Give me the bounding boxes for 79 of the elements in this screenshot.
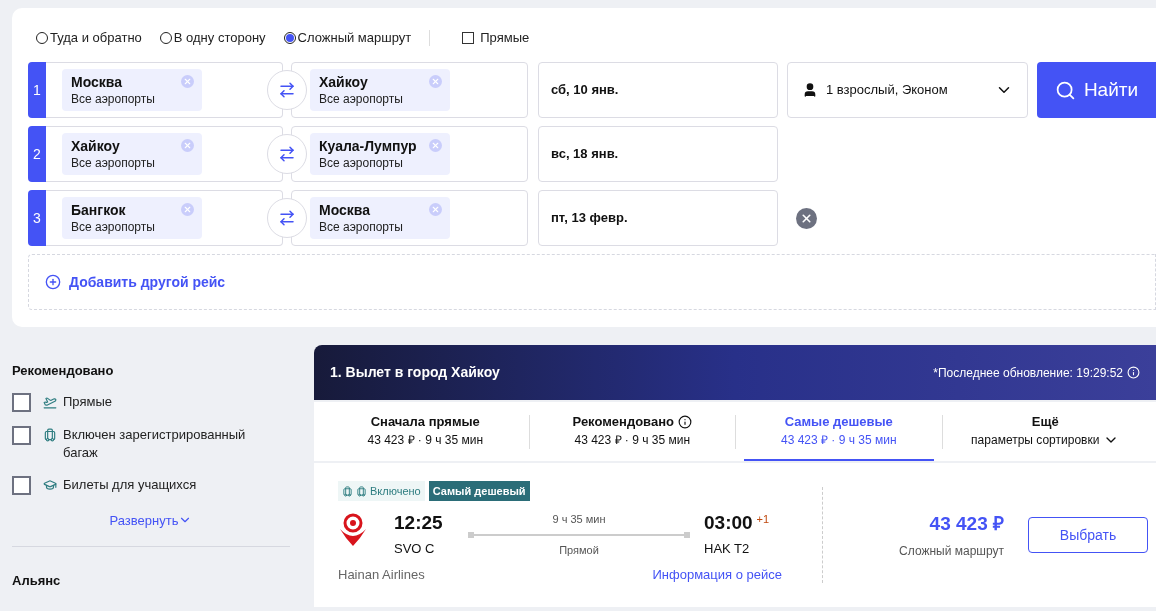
info-icon[interactable] xyxy=(677,414,692,429)
sort-tab[interactable]: Самые дешевые 43 423 ₽ · 9 ч 35 мин xyxy=(744,402,934,461)
passengers-dropdown[interactable]: 1 взрослый, Эконом xyxy=(787,62,1028,118)
trip-type-radio[interactable]: Туда и обратно xyxy=(36,28,142,48)
airline-name: Hainan Airlines xyxy=(338,565,425,584)
city-name: Хайкоу xyxy=(71,137,121,155)
leg-number: 1 xyxy=(28,62,46,118)
filter-section-title: Альянс xyxy=(12,572,62,590)
luggage-icon xyxy=(356,485,367,497)
swap-icon[interactable] xyxy=(267,198,307,238)
filter-label: Включен зарегистрированный багаж xyxy=(63,425,247,462)
plus-icon xyxy=(45,274,61,290)
city-name: Москва xyxy=(71,73,124,91)
city-chip[interactable]: Хайкоу Все аэропорты xyxy=(310,69,450,111)
airline-logo xyxy=(338,513,368,547)
flight-duration: 9 ч 35 мин xyxy=(552,512,606,527)
departure-airport: SVO C xyxy=(394,540,436,558)
price: 43 423 ₽ xyxy=(928,511,1004,536)
filter-checkbox[interactable] xyxy=(12,392,31,412)
origin-field[interactable]: Хайкоу Все аэропорты xyxy=(46,126,283,182)
origin-field[interactable]: Москва Все аэропорты xyxy=(46,62,283,118)
add-leg-button[interactable]: Добавить другой рейс xyxy=(28,254,1156,310)
city-name: Бангкок xyxy=(71,201,127,219)
direct-checkbox[interactable]: Прямые xyxy=(462,28,530,48)
stops-label: Прямой xyxy=(559,542,599,558)
city-name: Куала-Лумпур xyxy=(319,137,418,155)
airports-label: Все аэропорты xyxy=(71,219,156,235)
destination-field[interactable]: Куала-Лумпур Все аэропорты xyxy=(291,126,528,182)
city-chip[interactable]: Бангкок Все аэропорты xyxy=(62,197,202,239)
price-note: Сложный маршрут xyxy=(899,543,1004,561)
destination-field[interactable]: Москва Все аэропорты xyxy=(291,190,528,246)
arrival-time: 03:00 xyxy=(704,511,753,535)
day-offset: +1 xyxy=(756,512,770,527)
date-field[interactable]: пт, 13 февр. xyxy=(538,190,778,246)
city-chip[interactable]: Москва Все аэропорты xyxy=(310,197,450,239)
update-time: *Последнее обновление: 19:29:52 xyxy=(933,364,1123,382)
sort-tab[interactable]: Сначала прямые 43 423 ₽ · 9 ч 35 мин xyxy=(330,402,521,461)
baggage-badge: Включено xyxy=(338,481,425,501)
city-chip[interactable]: Хайкоу Все аэропорты xyxy=(62,133,202,175)
sort-tab[interactable]: Рекомендовано 43 423 ₽ · 9 ч 35 мин xyxy=(537,402,727,461)
departure-time: 12:25 xyxy=(394,511,444,535)
city-name: Хайкоу xyxy=(319,73,369,91)
remove-leg-icon[interactable] xyxy=(796,207,817,229)
filter-checkbox[interactable] xyxy=(12,475,31,495)
city-chip[interactable]: Куала-Лумпур Все аэропорты xyxy=(310,133,450,175)
cheapest-badge: Самый дешевый xyxy=(428,481,530,501)
filter-checkbox[interactable] xyxy=(12,425,31,445)
city-chip[interactable]: Москва Все аэропорты xyxy=(62,69,202,111)
flight-info-link[interactable]: Информация о рейсе xyxy=(652,564,782,584)
trip-type-radio[interactable]: В одну сторону xyxy=(159,28,266,48)
trip-type-radio[interactable]: Сложный маршрут xyxy=(283,28,412,48)
swap-icon[interactable] xyxy=(267,70,307,110)
filter-label: Прямые xyxy=(63,392,113,411)
luggage-icon xyxy=(342,485,353,497)
filter-icon xyxy=(43,477,57,492)
airports-label: Все аэропорты xyxy=(71,155,156,171)
origin-field[interactable]: Бангкок Все аэропорты xyxy=(46,190,283,246)
search-button[interactable]: Найти xyxy=(1037,62,1156,118)
filter-icon xyxy=(43,427,57,442)
destination-field[interactable]: Хайкоу Все аэропорты xyxy=(291,62,528,118)
date-field[interactable]: сб, 10 янв. xyxy=(538,62,778,118)
airports-label: Все аэропорты xyxy=(71,91,156,107)
airports-label: Все аэропорты xyxy=(319,219,404,235)
search-icon xyxy=(1054,79,1076,101)
leg-number: 2 xyxy=(28,126,46,182)
filter-section-title: Рекомендовано xyxy=(12,362,115,380)
expand-link[interactable]: Развернуть xyxy=(109,510,193,530)
filter-label: Билеты для учащихся xyxy=(63,475,198,494)
airports-label: Все аэропорты xyxy=(319,155,404,171)
person-icon xyxy=(802,82,818,98)
swap-icon[interactable] xyxy=(267,134,307,174)
select-button[interactable]: Выбрать xyxy=(1028,517,1148,553)
arrival-airport: HAK T2 xyxy=(704,540,751,558)
leg-number: 3 xyxy=(28,190,46,246)
airports-label: Все аэропорты xyxy=(319,91,404,107)
date-field[interactable]: вс, 18 янв. xyxy=(538,126,778,182)
city-name: Москва xyxy=(319,201,372,219)
results-title: 1. Вылет в город Хайкоу xyxy=(330,363,500,382)
sort-tab[interactable]: Ещё параметры сортировки xyxy=(950,402,1140,461)
